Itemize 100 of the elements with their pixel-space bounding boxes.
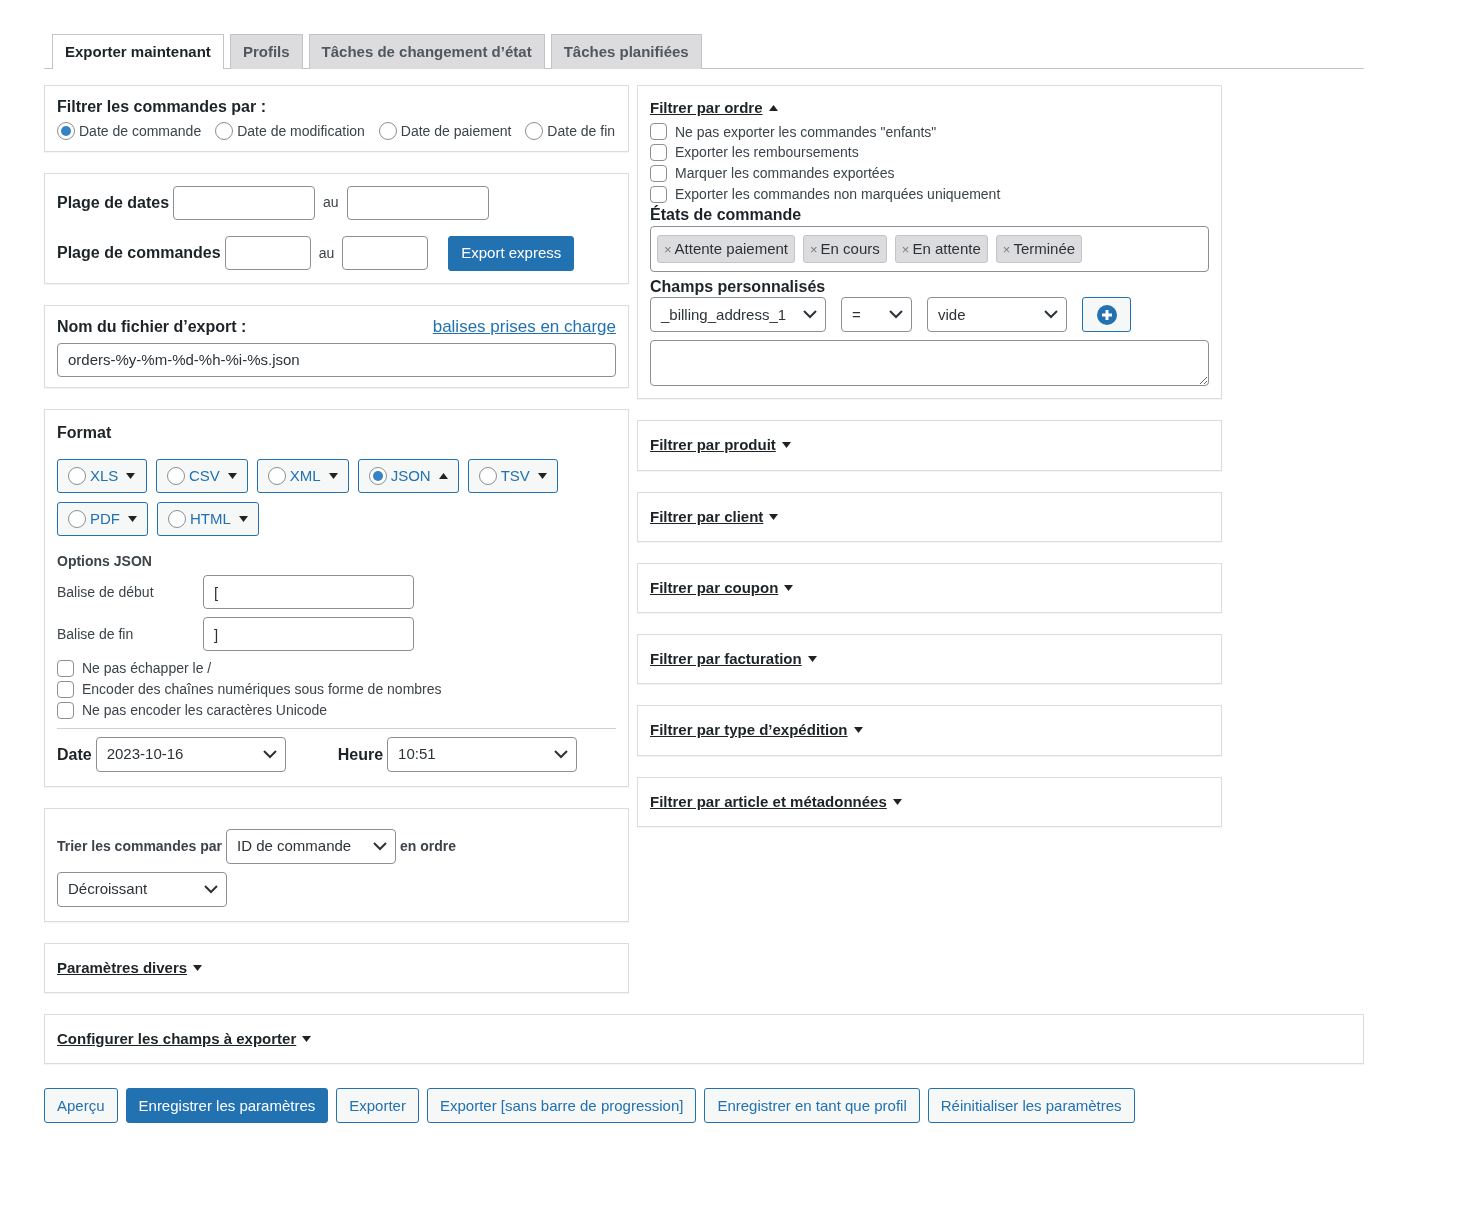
caret-down-icon (853, 727, 863, 734)
sort-field-select[interactable]: ID de commande (225, 828, 396, 864)
checkbox[interactable] (650, 144, 667, 162)
radio-button[interactable] (378, 122, 397, 141)
tab[interactable]: Profils (229, 34, 303, 70)
caret-down-icon (781, 442, 791, 449)
order-to-field[interactable] (342, 236, 429, 271)
filename-field[interactable]: orders-%y-%m-%d-%h-%i-%s.json (57, 342, 616, 377)
chevron-icon (262, 749, 277, 759)
checkbox[interactable] (57, 681, 74, 698)
custom-fields-area[interactable] (650, 340, 1209, 387)
date-to-field[interactable] (346, 185, 489, 220)
format-button[interactable]: TSV (467, 459, 558, 494)
status-tag[interactable]: × En cours (803, 234, 887, 263)
section-title: États de commande (650, 204, 803, 226)
checkbox[interactable] (57, 660, 74, 678)
operator-select[interactable]: = (841, 297, 912, 333)
checkbox[interactable] (650, 165, 667, 183)
date-from-field[interactable] (173, 185, 316, 220)
section-title: Format (57, 422, 113, 443)
status-tag[interactable]: × En attente (894, 234, 988, 263)
caret-down-icon (128, 516, 137, 523)
chevron-icon (1044, 310, 1058, 320)
value-select[interactable]: vide (927, 297, 1067, 333)
custom-field-select[interactable]: _billing_address_1 (650, 297, 826, 333)
section-title: Champs personnalisés (650, 276, 827, 297)
time-select[interactable]: 10:51 (387, 736, 578, 772)
field-label: Trier les commandes par (57, 836, 222, 856)
format-button[interactable]: XML (256, 459, 349, 494)
tab[interactable]: Tâches de changement d’état (308, 34, 545, 70)
status-select-field[interactable]: × Attente paiement × En cours × En attente × Terminée (650, 225, 1209, 272)
field-label: Plage de commandes (57, 243, 221, 264)
format-button[interactable]: JSON (357, 459, 459, 494)
checkbox[interactable] (650, 123, 667, 141)
action-button[interactable]: Exporter [sans barre de progression] (426, 1088, 697, 1124)
caret-up-icon (438, 473, 448, 480)
status-tag[interactable]: × Terminée (995, 234, 1083, 263)
radio-button[interactable] (57, 122, 75, 141)
export-express-button[interactable]: Export express (448, 235, 575, 271)
radio-button[interactable] (525, 122, 544, 141)
action-button[interactable]: Enregistrer en tant que profil (704, 1088, 920, 1124)
section-toggle-link[interactable]: Filtrer par ordre (650, 98, 1209, 119)
radio-label: Date de paiement (400, 121, 512, 141)
section-title: Filtrer les commandes par : (57, 97, 267, 118)
action-button[interactable]: Aperçu (44, 1088, 118, 1124)
options-title: Options JSON (57, 552, 153, 572)
action-button[interactable]: Réinitialiser les paramètres (927, 1088, 1135, 1124)
caret-down-icon (328, 473, 338, 480)
field-label: Heure (337, 744, 384, 765)
plus-circle-icon (1096, 304, 1117, 325)
order-from-field[interactable] (224, 236, 311, 271)
caret-down-icon (227, 473, 237, 480)
status-tag[interactable]: × Attente paiement (657, 234, 795, 263)
chevron-icon (372, 841, 387, 851)
separator-text: au (318, 243, 335, 263)
action-button[interactable]: Exporter (336, 1088, 419, 1124)
checkbox[interactable] (650, 186, 667, 204)
tab[interactable]: Exporter maintenant (52, 34, 224, 70)
field-label: Balise de début (57, 582, 155, 602)
field-label: en ordre (399, 836, 456, 856)
chevron-icon (554, 749, 569, 759)
radio-label: Date de commande (79, 121, 202, 141)
action-button[interactable]: Enregistrer les paramètres (125, 1088, 329, 1124)
chevron-icon (204, 884, 218, 894)
caret-down-icon (784, 584, 794, 591)
checkbox-label: Ne pas exporter les commandes "enfants" (675, 122, 937, 142)
caret-down-icon (193, 964, 203, 971)
caret-down-icon (537, 473, 547, 480)
checkbox-label: Ne pas échapper le / (82, 659, 212, 679)
supported-tags-link[interactable]: balises prises en charge (432, 315, 616, 339)
field-label: Balise de fin (57, 624, 135, 644)
caret-down-icon (238, 516, 248, 523)
caret-down-icon (769, 513, 779, 520)
field-label: Plage de dates (57, 192, 170, 213)
caret-down-icon (302, 1036, 312, 1043)
caret-up-icon (768, 105, 778, 112)
format-button[interactable]: CSV (156, 459, 248, 494)
add-button[interactable] (1082, 297, 1131, 333)
date-select[interactable]: 2023-10-16 (95, 736, 286, 772)
checkbox-label: Marquer les commandes exportées (675, 164, 895, 184)
separator-text: au (323, 193, 339, 213)
chevron-icon (889, 310, 903, 320)
sort-direction-select[interactable]: Décroissant (57, 871, 227, 907)
checkbox[interactable] (57, 701, 74, 719)
text-field[interactable]: [ (203, 575, 414, 610)
format-button[interactable]: HTML (157, 502, 259, 537)
format-button[interactable]: XLS (57, 459, 147, 494)
caret-down-icon (892, 798, 902, 805)
field-label: Nom du fichier d’export : (57, 317, 247, 338)
caret-down-icon (807, 656, 817, 663)
checkbox-label: Ne pas encoder les caractères Unicode (82, 700, 328, 720)
checkbox-label: Exporter les remboursements (675, 143, 859, 163)
radio-label: Date de modification (237, 121, 365, 141)
format-button[interactable]: PDF (57, 502, 148, 537)
caret-down-icon (126, 473, 136, 480)
chevron-icon (803, 310, 817, 320)
tab[interactable]: Tâches planifiées (550, 34, 702, 70)
radio-button[interactable] (215, 122, 234, 141)
text-field[interactable]: ] (203, 617, 414, 652)
field-label: Date (57, 744, 92, 765)
